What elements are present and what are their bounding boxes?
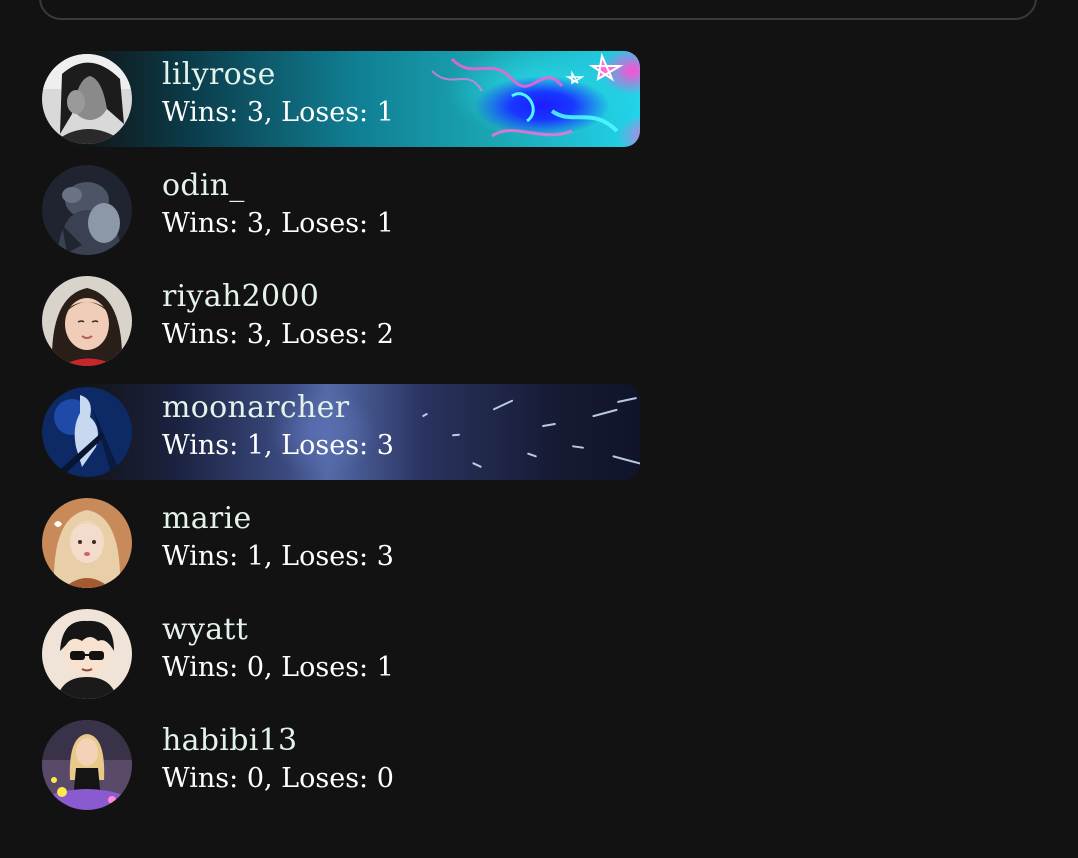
username: moonarcher (162, 390, 350, 425)
win-loss-record: Wins: 3, Loses: 1 (162, 208, 394, 239)
player-row-habibi13[interactable]: habibi13 Wins: 0, Loses: 0 (42, 717, 640, 813)
player-info: moonarcher Wins: 1, Loses: 3 (162, 390, 394, 464)
username: lilyrose (162, 57, 276, 92)
player-info: wyatt Wins: 0, Loses: 1 (162, 612, 394, 686)
player-list: lilyrose Wins: 3, Loses: 1 odin_ Wins: 3… (42, 51, 1042, 828)
player-info: riyah2000 Wins: 3, Loses: 2 (162, 279, 394, 353)
player-info: habibi13 Wins: 0, Loses: 0 (162, 723, 394, 797)
avatar (42, 609, 132, 699)
win-loss-record: Wins: 3, Loses: 2 (162, 319, 394, 350)
top-panel (39, 0, 1037, 20)
avatar (42, 276, 132, 366)
player-info: odin_ Wins: 3, Loses: 1 (162, 168, 394, 242)
player-row-odin[interactable]: odin_ Wins: 3, Loses: 1 (42, 162, 640, 258)
username: riyah2000 (162, 279, 320, 314)
win-loss-record: Wins: 0, Loses: 1 (162, 652, 394, 683)
username: marie (162, 501, 252, 536)
avatar (42, 498, 132, 588)
player-info: lilyrose Wins: 3, Loses: 1 (162, 57, 394, 131)
win-loss-record: Wins: 3, Loses: 1 (162, 97, 394, 128)
avatar (42, 387, 132, 477)
avatar (42, 720, 132, 810)
avatar (42, 54, 132, 144)
username: odin_ (162, 168, 245, 203)
win-loss-record: Wins: 1, Loses: 3 (162, 541, 394, 572)
win-loss-record: Wins: 1, Loses: 3 (162, 430, 394, 461)
avatar (42, 165, 132, 255)
player-row-wyatt[interactable]: wyatt Wins: 0, Loses: 1 (42, 606, 640, 702)
player-info: marie Wins: 1, Loses: 3 (162, 501, 394, 575)
player-row-moonarcher[interactable]: moonarcher Wins: 1, Loses: 3 (42, 384, 640, 480)
win-loss-record: Wins: 0, Loses: 0 (162, 763, 394, 794)
username: wyatt (162, 612, 249, 647)
player-row-riyah2000[interactable]: riyah2000 Wins: 3, Loses: 2 (42, 273, 640, 369)
username: habibi13 (162, 723, 298, 758)
player-row-marie[interactable]: marie Wins: 1, Loses: 3 (42, 495, 640, 591)
player-row-lilyrose[interactable]: lilyrose Wins: 3, Loses: 1 (42, 51, 640, 147)
